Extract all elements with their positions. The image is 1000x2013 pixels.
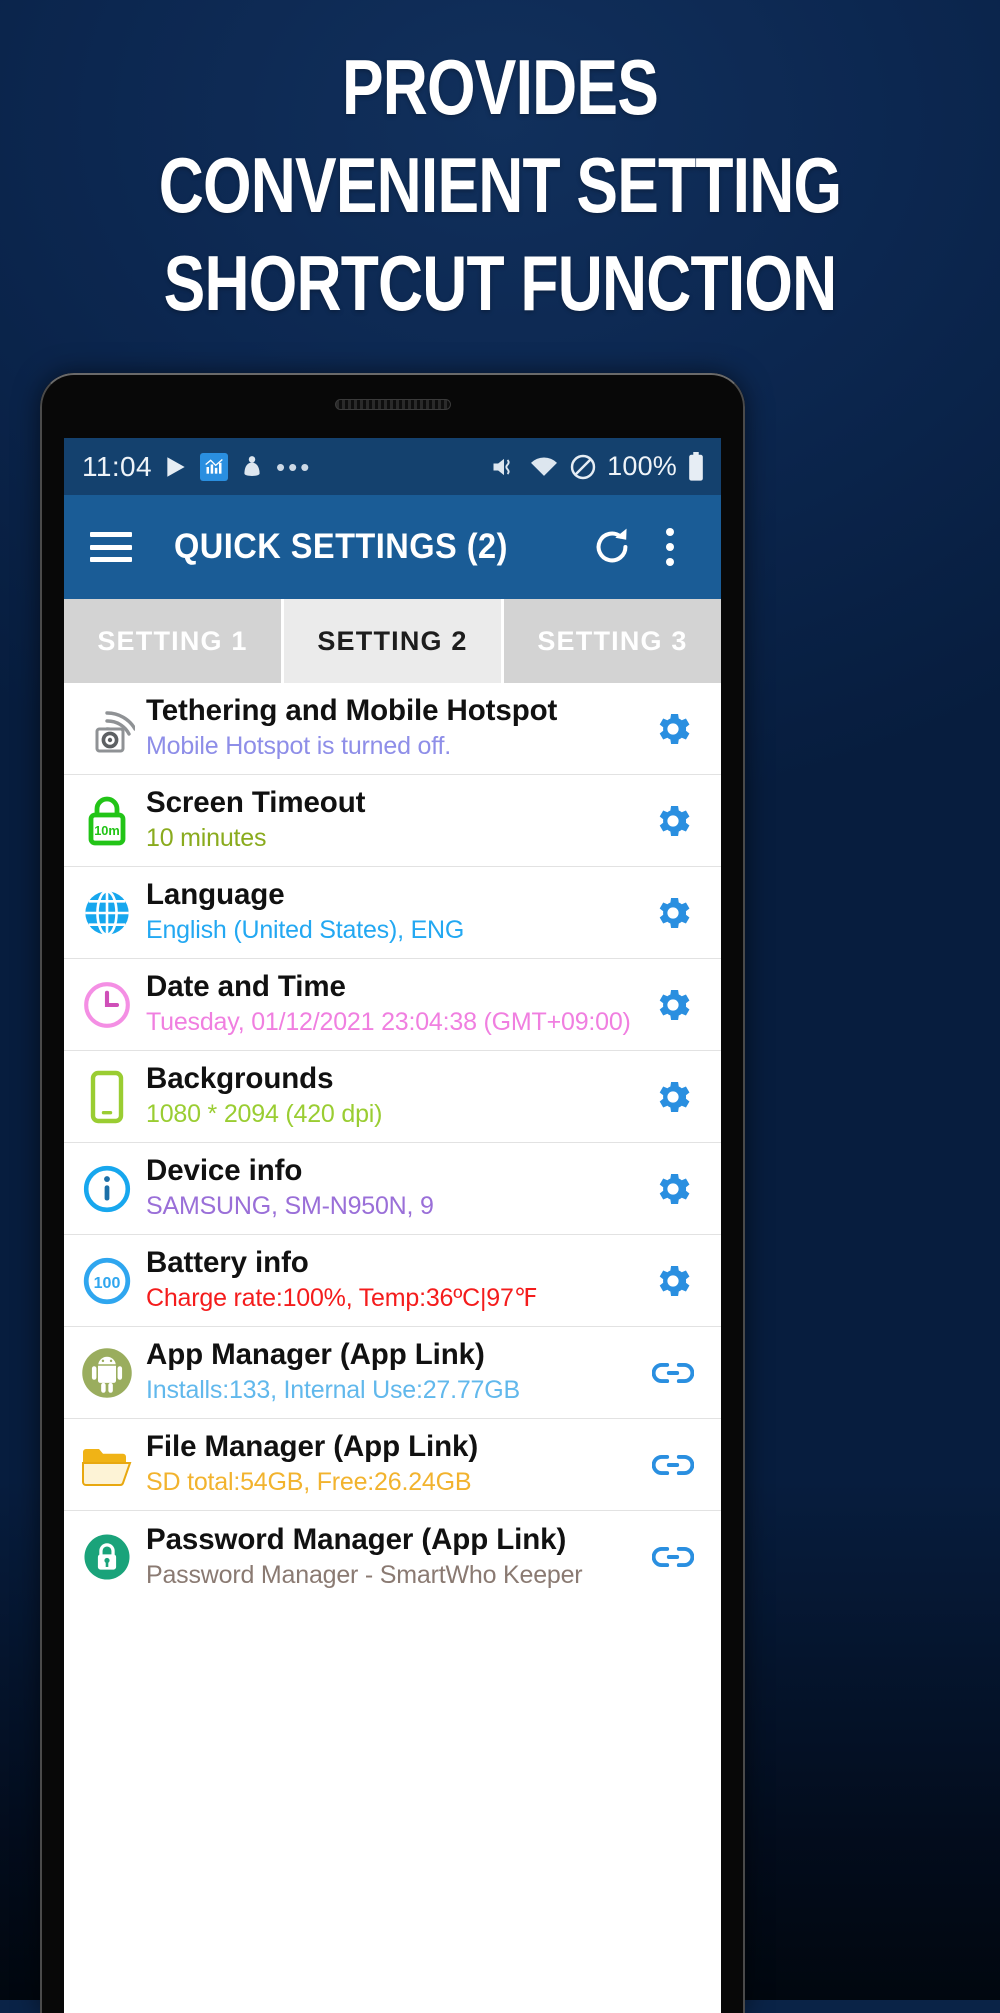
info-circle-icon <box>76 1158 138 1220</box>
gear-icon[interactable] <box>641 973 705 1037</box>
headline-line-1: PROVIDES <box>341 43 659 131</box>
settings-list: Tethering and Mobile Hotspot Mobile Hots… <box>64 683 721 1603</box>
list-item-text: Language English (United States), ENG <box>146 878 641 946</box>
wifi-hotspot-icon <box>76 698 138 760</box>
list-item[interactable]: Device info SAMSUNG, SM-N950N, 9 <box>64 1143 721 1235</box>
do-not-disturb-icon <box>569 453 597 481</box>
list-item-title: Battery info <box>146 1246 309 1280</box>
earpiece-speaker <box>334 399 451 410</box>
list-item-title: Backgrounds <box>146 1062 334 1096</box>
list-item-text: File Manager (App Link) SD total:54GB, F… <box>146 1430 641 1498</box>
gear-icon[interactable] <box>641 1157 705 1221</box>
list-item[interactable]: 100 Battery info Charge rate:100%, Temp:… <box>64 1235 721 1327</box>
tab-setting-2[interactable]: SETTING 2 <box>281 599 501 683</box>
link-icon[interactable] <box>641 1341 705 1405</box>
list-item-text: Device info SAMSUNG, SM-N950N, 9 <box>146 1154 641 1222</box>
globe-icon <box>76 882 138 944</box>
list-item-subtitle: SD total:54GB, Free:26.24GB <box>146 1468 472 1497</box>
gear-icon[interactable] <box>641 789 705 853</box>
clock-icon <box>76 974 138 1036</box>
battery-full-icon <box>687 451 705 482</box>
battery-percent-label: 100% <box>607 451 677 481</box>
list-item-title: Language <box>146 878 285 912</box>
kebab-menu-icon[interactable] <box>641 518 699 576</box>
list-item-text: App Manager (App Link) Installs:133, Int… <box>146 1338 641 1406</box>
list-item-text: Tethering and Mobile Hotspot Mobile Hots… <box>146 694 641 762</box>
list-item-title: Date and Time <box>146 970 346 1004</box>
list-item-title: Password Manager (App Link) <box>146 1522 567 1556</box>
list-item-subtitle: Mobile Hotspot is turned off. <box>146 732 452 761</box>
tab-setting-3[interactable]: SETTING 3 <box>501 599 721 683</box>
android-robot-icon <box>76 1342 138 1404</box>
tab-setting-1[interactable]: SETTING 1 <box>64 599 281 683</box>
list-item-title: App Manager (App Link) <box>146 1338 485 1372</box>
gear-icon[interactable] <box>641 1065 705 1129</box>
list-item-text: Screen Timeout 10 minutes <box>146 786 641 854</box>
refresh-icon[interactable] <box>583 518 641 576</box>
phone-screen: 11:04 ••• 100% QUICK SETTINGS (2) SETTIN… <box>64 438 721 2013</box>
padlock-green-icon <box>76 1526 138 1588</box>
list-item[interactable]: Tethering and Mobile Hotspot Mobile Hots… <box>64 683 721 775</box>
list-item-text: Date and Time Tuesday, 01/12/2021 23:04:… <box>146 970 641 1038</box>
mute-vibrate-icon <box>489 453 519 481</box>
list-item-text: Password Manager (App Link) Password Man… <box>146 1523 641 1591</box>
page-title: QUICK SETTINGS (2) <box>174 527 508 566</box>
list-item-subtitle: Charge rate:100%, Temp:36ºC|97℉ <box>146 1284 538 1313</box>
list-item[interactable]: App Manager (App Link) Installs:133, Int… <box>64 1327 721 1419</box>
app-bar: QUICK SETTINGS (2) <box>64 495 721 599</box>
list-item-title: Screen Timeout <box>146 786 366 820</box>
chart-app-icon <box>200 452 228 481</box>
list-item-title: Device info <box>146 1154 303 1188</box>
gear-icon[interactable] <box>641 697 705 761</box>
list-item-subtitle: 1080 * 2094 (420 dpi) <box>146 1100 383 1129</box>
list-item[interactable]: Backgrounds 1080 * 2094 (420 dpi) <box>64 1051 721 1143</box>
more-notifications-icon: ••• <box>276 451 313 482</box>
list-item[interactable]: Password Manager (App Link) Password Man… <box>64 1511 721 1603</box>
play-store-icon <box>163 454 189 480</box>
list-item-subtitle: 10 minutes <box>146 824 267 853</box>
headline-line-3: SHORTCUT FUNCTION <box>163 239 838 327</box>
headline-line-2: CONVENIENT SETTING <box>158 141 842 229</box>
list-item-subtitle: SAMSUNG, SM-N950N, 9 <box>146 1192 434 1221</box>
list-item-title: File Manager (App Link) <box>146 1430 479 1464</box>
link-icon[interactable] <box>641 1433 705 1497</box>
list-item[interactable]: 10m Screen Timeout 10 minutes <box>64 775 721 867</box>
list-item[interactable]: Language English (United States), ENG <box>64 867 721 959</box>
phone-screen-icon <box>76 1066 138 1128</box>
link-icon[interactable] <box>641 1525 705 1589</box>
phone-mockup: 11:04 ••• 100% QUICK SETTINGS (2) SETTIN… <box>40 373 745 2013</box>
gear-icon[interactable] <box>641 881 705 945</box>
list-item-text: Backgrounds 1080 * 2094 (420 dpi) <box>146 1062 641 1130</box>
status-bar-left: 11:04 ••• <box>82 451 489 483</box>
list-item[interactable]: File Manager (App Link) SD total:54GB, F… <box>64 1419 721 1511</box>
gear-icon[interactable] <box>641 1249 705 1313</box>
list-item-subtitle: Password Manager - SmartWho Keeper <box>146 1560 583 1589</box>
hamburger-menu-icon[interactable] <box>90 532 132 562</box>
list-item[interactable]: Date and Time Tuesday, 01/12/2021 23:04:… <box>64 959 721 1051</box>
list-item-subtitle: English (United States), ENG <box>146 916 465 945</box>
list-item-text: Battery info Charge rate:100%, Temp:36ºC… <box>146 1246 641 1314</box>
status-bar-right: 100% <box>489 451 705 482</box>
status-bar: 11:04 ••• 100% <box>64 438 721 495</box>
lock-timeout-icon: 10m <box>76 790 138 852</box>
status-bar-clock: 11:04 <box>82 450 152 482</box>
battery-100-icon: 100 <box>76 1250 138 1312</box>
list-item-title: Tethering and Mobile Hotspot <box>146 694 558 728</box>
list-item-subtitle: Installs:133, Internal Use:27.77GB <box>146 1376 520 1405</box>
svg-text:100: 100 <box>94 1273 121 1291</box>
list-item-subtitle: Tuesday, 01/12/2021 23:04:38 (GMT+09:00) <box>146 1008 631 1037</box>
folder-icon <box>76 1434 138 1496</box>
wifi-icon <box>529 454 559 480</box>
tab-bar: SETTING 1 SETTING 2 SETTING 3 <box>64 599 721 683</box>
svg-text:10m: 10m <box>94 823 120 838</box>
promo-headline: PROVIDES CONVENIENT SETTING SHORTCUT FUN… <box>100 38 900 332</box>
download-manager-icon <box>239 454 265 480</box>
